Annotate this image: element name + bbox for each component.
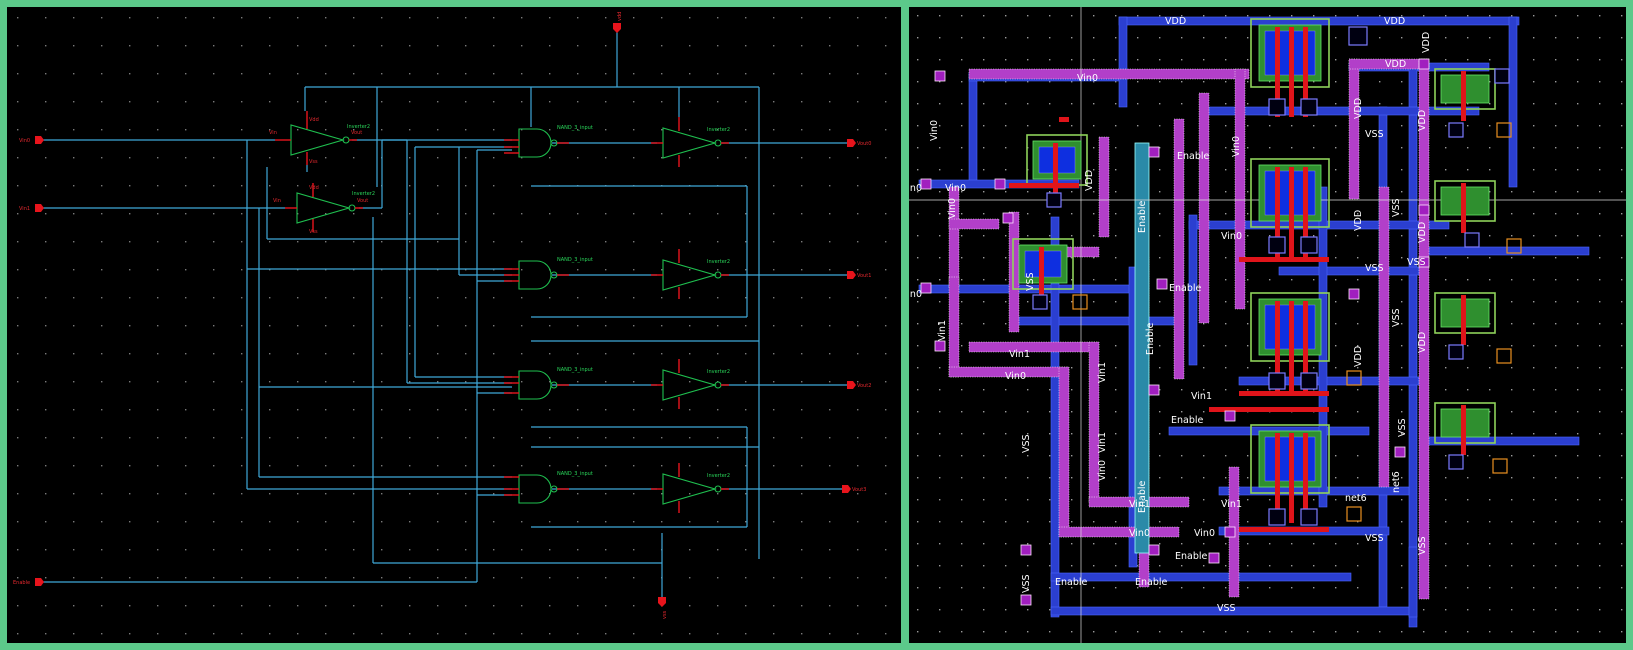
svg-text:Enable: Enable — [1055, 577, 1088, 588]
svg-text:Vin1: Vin1 — [1097, 432, 1108, 453]
svg-text:VSS: VSS — [1417, 536, 1428, 555]
svg-text:Vin0: Vin0 — [909, 183, 922, 194]
svg-text:VSS: VSS — [1407, 257, 1426, 268]
svg-text:VSS: VSS — [1391, 308, 1402, 327]
pin-label-vout0: Vout0 — [857, 141, 871, 147]
svg-text:Enable: Enable — [1171, 415, 1204, 426]
svg-text:Vin0: Vin0 — [929, 120, 940, 141]
svg-text:Vdd: Vdd — [309, 117, 319, 123]
svg-text:Vss: Vss — [309, 159, 318, 165]
svg-text:NAND_3_input: NAND_3_input — [557, 471, 593, 477]
svg-text:VDD: VDD — [1353, 210, 1364, 231]
svg-text:VSS: VSS — [1217, 603, 1236, 614]
svg-text:Vin0: Vin0 — [1097, 460, 1108, 481]
schematic-svg: Vin0 Vin1 Enable Vout0 Vout1 Vout2 Vout3… — [7, 7, 901, 643]
svg-text:Inverter2: Inverter2 — [707, 473, 730, 479]
svg-text:Enable: Enable — [1137, 480, 1148, 513]
svg-text:Enable: Enable — [1175, 551, 1208, 562]
svg-text:VSS: VSS — [1365, 263, 1384, 274]
svg-text:VSS: VSS — [1365, 129, 1384, 140]
inverter-b-label: Inverter2 — [352, 191, 375, 197]
svg-text:NAND_3_input: NAND_3_input — [557, 257, 593, 263]
svg-text:Vin: Vin — [273, 198, 281, 204]
svg-text:Vin0: Vin0 — [945, 183, 966, 194]
pin-label-vout3: Vout3 — [852, 487, 866, 493]
svg-text:net6: net6 — [1391, 471, 1402, 493]
svg-text:Vin0: Vin0 — [1005, 371, 1026, 382]
svg-text:VDD: VDD — [1417, 222, 1428, 243]
svg-text:Vin0: Vin0 — [1221, 231, 1242, 242]
pin-label-vout2: Vout2 — [857, 383, 871, 389]
svg-text:Enable: Enable — [1169, 283, 1202, 294]
svg-text:VSS: VSS — [1021, 434, 1032, 453]
svg-text:Inverter2: Inverter2 — [707, 259, 730, 265]
pin-label-vss: vss — [662, 610, 668, 619]
svg-text:Vin1: Vin1 — [1221, 499, 1242, 510]
svg-text:Vin1: Vin1 — [937, 320, 948, 341]
schematic-canvas[interactable]: Vin0 Vin1 Enable Vout0 Vout1 Vout2 Vout3… — [7, 7, 901, 643]
svg-text:Vdd: Vdd — [309, 185, 319, 191]
svg-text:Vin0: Vin0 — [947, 198, 958, 219]
svg-text:Vin1: Vin1 — [1191, 391, 1212, 402]
svg-text:Vin: Vin — [269, 130, 277, 136]
svg-text:VSS: VSS — [1021, 574, 1032, 593]
svg-text:Vin1: Vin1 — [1097, 362, 1108, 383]
svg-text:VDD: VDD — [1417, 332, 1428, 353]
svg-text:VSS: VSS — [1391, 198, 1402, 217]
svg-text:Vin0: Vin0 — [1129, 528, 1150, 539]
pin-label-vin0: Vin0 — [19, 138, 30, 144]
svg-text:Vin1: Vin1 — [1009, 349, 1030, 360]
svg-text:Vin0: Vin0 — [1194, 528, 1215, 539]
layout-canvas[interactable]: VDD VDD VDD VDD VDD VDD VDD VDD VDD VDD … — [909, 7, 1626, 643]
svg-text:VDD: VDD — [1421, 32, 1432, 53]
svg-text:VDD: VDD — [1384, 16, 1405, 27]
svg-text:Enable: Enable — [1135, 577, 1168, 588]
svg-text:VDD: VDD — [1353, 98, 1364, 119]
svg-text:Vout: Vout — [357, 198, 368, 204]
pin-label-enable: Enable — [13, 580, 30, 586]
svg-text:NAND_3_input: NAND_3_input — [557, 125, 593, 131]
svg-text:Vin0: Vin0 — [1077, 73, 1098, 84]
svg-text:Inverter2: Inverter2 — [707, 369, 730, 375]
svg-text:Vin0: Vin0 — [1231, 136, 1242, 157]
svg-text:Enable: Enable — [1137, 200, 1148, 233]
svg-text:VDD: VDD — [1165, 16, 1186, 27]
layout-svg: VDD VDD VDD VDD VDD VDD VDD VDD VDD VDD … — [909, 7, 1626, 643]
svg-text:Inverter2: Inverter2 — [707, 127, 730, 133]
svg-text:VSS: VSS — [1025, 272, 1036, 291]
svg-text:Enable: Enable — [1177, 151, 1210, 162]
svg-text:Vout: Vout — [351, 130, 362, 136]
svg-text:VSS: VSS — [1365, 533, 1384, 544]
pin-label-vdd: vdd — [617, 12, 623, 21]
svg-text:VSS: VSS — [1397, 418, 1408, 437]
svg-text:Vin0: Vin0 — [909, 289, 922, 300]
svg-text:net6: net6 — [1345, 493, 1367, 504]
svg-text:VDD: VDD — [1417, 110, 1428, 131]
svg-text:Enable: Enable — [1145, 322, 1156, 355]
pin-label-vin1: Vin1 — [19, 206, 30, 212]
svg-text:NAND_3_input: NAND_3_input — [557, 367, 593, 373]
svg-text:VDD: VDD — [1385, 59, 1406, 70]
svg-text:Vss: Vss — [309, 229, 318, 235]
svg-text:VDD: VDD — [1353, 346, 1364, 367]
svg-text:VDD: VDD — [1084, 170, 1095, 191]
pin-label-vout1: Vout1 — [857, 273, 871, 279]
